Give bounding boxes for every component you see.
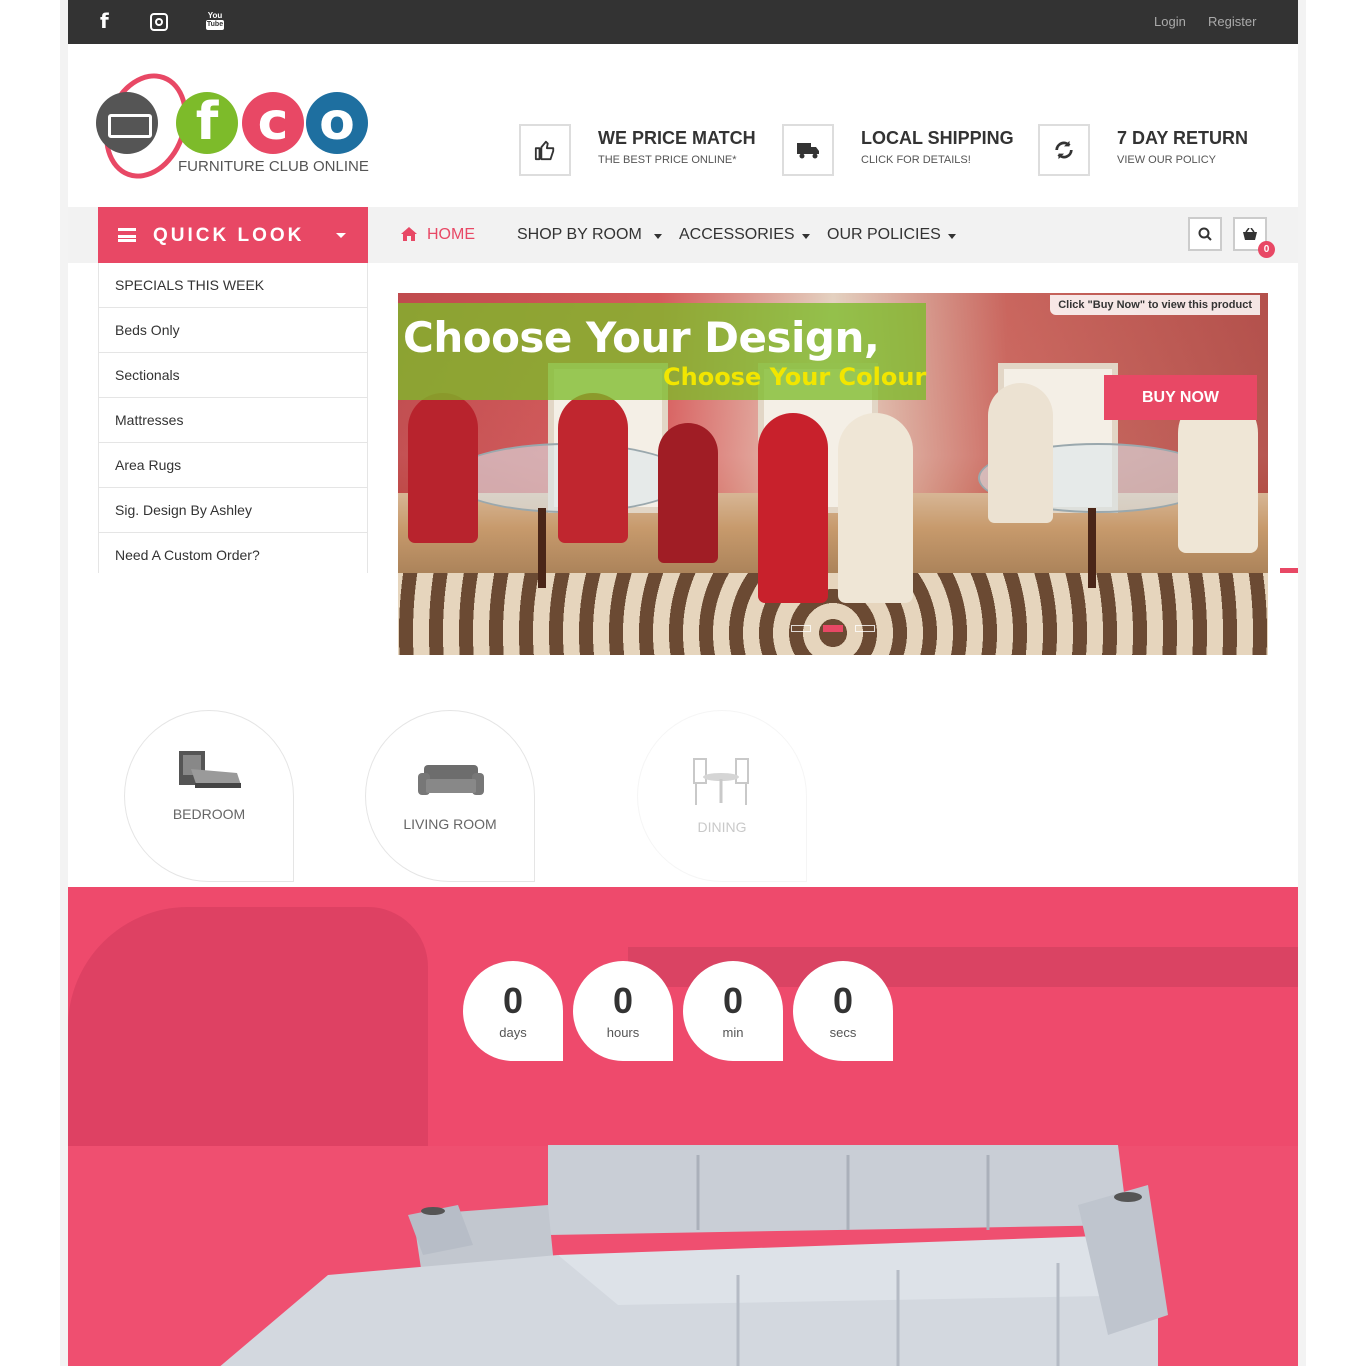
quick-look-item-sectionals[interactable]: Sectionals [99,353,367,398]
page: f You Tube Login Register f c o FURNITUR… [68,0,1298,1366]
youtube-icon-text-top: You [207,11,223,20]
countdown-hours: 0 hours [573,961,673,1061]
chevron-down-icon [336,233,346,238]
quick-look-item-mattresses[interactable]: Mattresses [99,398,367,443]
slide-image-chair [758,413,828,603]
quick-look-menu: SPECIALS THIS WEEK Beds Only Sectionals … [98,263,368,573]
feature-title: WE PRICE MATCH [598,128,756,148]
quick-look-toggle[interactable]: QUICK LOOK [98,207,368,263]
refresh-icon [1038,124,1090,176]
bed-icon [179,751,241,788]
slide-image-rug [398,573,1268,655]
quick-look-item-custom-order[interactable]: Need A Custom Order? [99,533,367,573]
logo-letter-c: c [242,92,304,154]
sofa-icon [418,765,484,795]
countdown-unit: min [722,1025,744,1040]
countdown-value: 0 [832,980,854,1021]
youtube-icon-text-bottom: Tube [206,20,224,30]
instagram-icon[interactable] [150,13,168,31]
slide-note: Click "Buy Now" to view this product [1050,295,1260,315]
background-chair-image [68,907,428,1167]
countdown-value: 0 [612,980,634,1021]
nav-home[interactable]: HOME [427,226,475,244]
category-label: DINING [697,819,747,835]
countdown-days: 0 days [463,961,563,1061]
feature-subtitle: VIEW OUR POLICY [1117,154,1217,166]
category-label: LIVING ROOM [403,816,497,832]
quick-look-label: QUICK LOOK [153,225,305,246]
slide-image-table-leg [1088,508,1096,588]
nav-our-policies[interactable]: OUR POLICIES [827,226,941,244]
feature-title: 7 DAY RETURN [1117,128,1249,148]
menu-icon [118,228,136,242]
category-label: BEDROOM [172,806,246,822]
slide-image-chair [408,393,478,543]
chevron-down-icon[interactable] [654,234,662,239]
slider-dot-active[interactable] [823,625,843,632]
home-icon [401,227,417,241]
countdown-unit: days [499,1025,527,1040]
slider-dot[interactable] [855,625,875,632]
cart-count-badge: 0 [1258,241,1275,258]
nav-accessories[interactable]: ACCESSORIES [679,226,795,244]
buy-now-button[interactable]: BUY NOW [1104,375,1257,420]
slide-image-table-leg [538,508,546,588]
slide-headline: Choose Your Design, [403,313,880,362]
category-living-room[interactable]: LIVING ROOM [365,710,535,882]
category-dining[interactable]: DINING [637,710,807,882]
dining-set-icon [693,758,749,805]
logo-letter-f: f [176,92,238,154]
slide-image-chair [658,423,718,563]
login-link[interactable]: Login [1154,14,1186,29]
slide-image-chair [838,413,913,603]
countdown-unit: secs [829,1025,857,1040]
category-bedroom[interactable]: BEDROOM [124,710,294,882]
logo-letter-o: o [306,92,368,154]
sectional-sofa-image [220,1145,1168,1366]
search-button[interactable] [1188,217,1222,251]
top-bar: f You Tube Login Register [68,0,1298,44]
facebook-icon[interactable]: f [100,9,109,33]
feature-subtitle: CLICK FOR DETAILS! [861,154,971,166]
logo-tagline: FURNITURE CLUB ONLINE [178,158,369,175]
chevron-down-icon[interactable] [948,234,956,239]
quick-look-item-area-rugs[interactable]: Area Rugs [99,443,367,488]
side-panel-tab[interactable] [1280,568,1298,573]
hero-slider[interactable]: Choose Your Design, Choose Your Colour C… [398,293,1268,655]
feature-subtitle: THE BEST PRICE ONLINE* [598,154,737,166]
slide-image-chair [558,393,628,543]
feature-title: LOCAL SHIPPING [861,128,1014,148]
slide-image-chair [988,383,1053,523]
countdown-value: 0 [722,980,744,1021]
youtube-icon[interactable]: You Tube [206,11,224,33]
search-icon [1198,227,1212,241]
basket-icon [1243,228,1257,240]
slide-subheadline: Choose Your Colour [663,363,927,391]
quick-look-item-beds-only[interactable]: Beds Only [99,308,367,353]
countdown-minutes: 0 min [683,961,783,1061]
logo-sofa-icon [96,92,158,154]
truck-icon [782,124,834,176]
quick-look-item-specials[interactable]: SPECIALS THIS WEEK [99,263,367,308]
countdown-seconds: 0 secs [793,961,893,1061]
chevron-down-icon[interactable] [802,234,810,239]
countdown-value: 0 [502,980,524,1021]
slider-dot[interactable] [791,625,811,632]
nav-shop-by-room[interactable]: SHOP BY ROOM [517,226,642,244]
thumbs-up-icon [519,124,571,176]
quick-look-item-ashley[interactable]: Sig. Design By Ashley [99,488,367,533]
countdown-unit: hours [606,1025,640,1040]
register-link[interactable]: Register [1208,14,1256,29]
promo-section: 0 days 0 hours 0 min 0 secs [68,887,1298,1366]
site-logo[interactable]: f c o FURNITURE CLUB ONLINE [89,61,376,191]
